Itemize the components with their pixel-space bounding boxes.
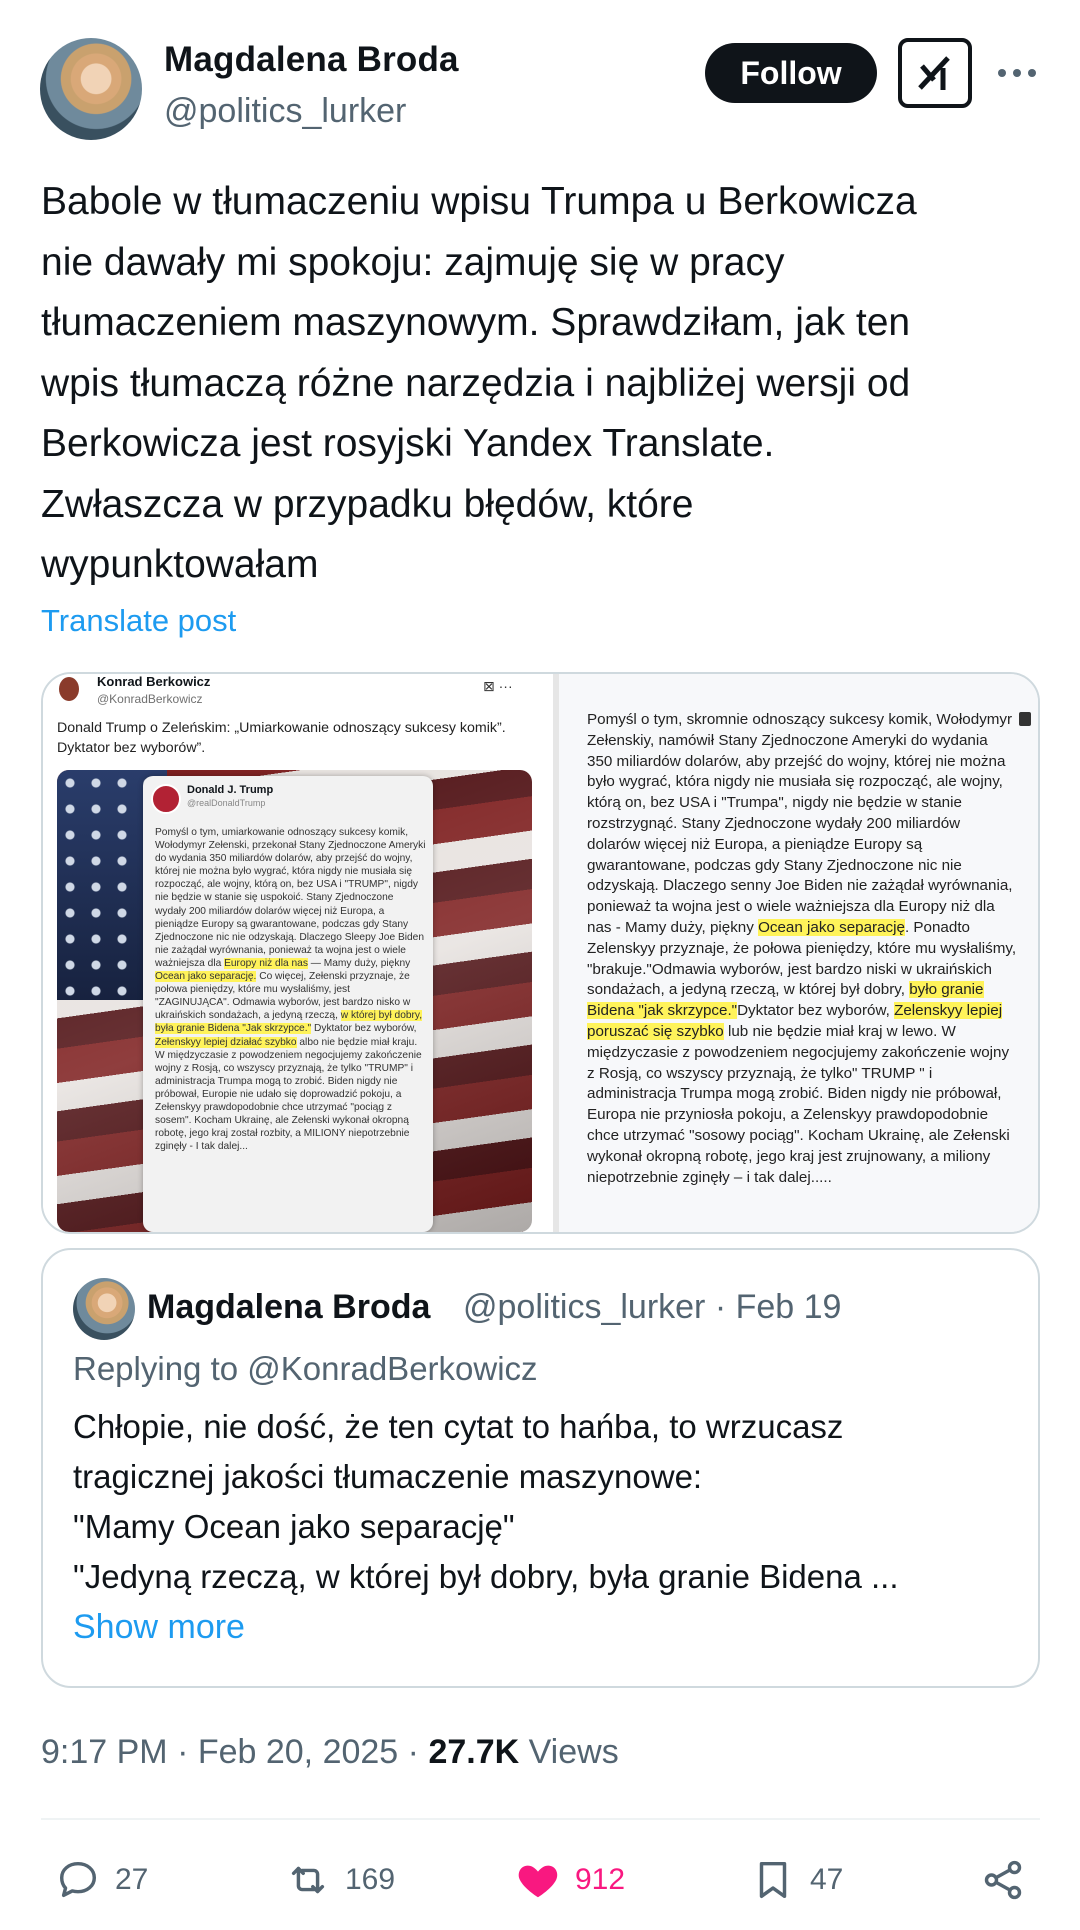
trump-name: Donald J. Trump xyxy=(187,784,274,796)
grok-more-icon: ⊠ ··· xyxy=(483,678,513,694)
author-avatar[interactable] xyxy=(40,38,142,140)
berkowicz-avatar xyxy=(59,677,79,701)
author-name[interactable]: Magdalena Broda xyxy=(164,40,459,80)
author-handle[interactable]: @politics_lurker xyxy=(164,92,406,131)
reply-icon xyxy=(59,1861,97,1898)
reply-button[interactable]: 27 xyxy=(55,1855,148,1905)
follow-button[interactable]: Follow xyxy=(705,43,877,103)
grok-icon xyxy=(918,56,950,90)
repost-count: 169 xyxy=(345,1863,396,1896)
trump-post-text: Pomyśl o tym, umiarkowanie odnoszący suk… xyxy=(155,827,426,1153)
bookmark-count: 47 xyxy=(810,1863,844,1896)
yandex-translation-text: Pomyśl o tym, skromnie odnoszący sukcesy… xyxy=(587,711,1017,1186)
bookmark-button[interactable]: 47 xyxy=(750,1855,843,1905)
show-more-link[interactable]: Show more xyxy=(73,1608,245,1647)
trump-handle: @realDonaldTrump xyxy=(187,798,266,808)
quote-text: Chłopie, nie dość, że ten cytat to hańba… xyxy=(73,1408,899,1595)
berkowicz-post-text: Donald Trump o Zeleńskim: „Umiarkowanie … xyxy=(57,720,506,756)
quoted-post[interactable]: Magdalena Broda @politics_lurker · Feb 1… xyxy=(41,1248,1040,1688)
repost-button[interactable]: 169 xyxy=(285,1855,395,1905)
bookmark-icon xyxy=(759,1861,787,1899)
trump-post-card: Donald J. Trump @realDonaldTrump Pomyśl … xyxy=(143,776,433,1232)
post-media[interactable]: Konrad Berkowicz @KonradBerkowicz ⊠ ··· … xyxy=(41,672,1040,1234)
post-text: Babole w tłumaczeniu wpisu Trumpa u Berk… xyxy=(41,180,917,586)
trump-avatar xyxy=(151,784,181,814)
share-icon xyxy=(984,1860,1022,1900)
repost-icon xyxy=(291,1866,325,1894)
views-count: 27.7K xyxy=(428,1733,520,1771)
grok-button[interactable] xyxy=(898,38,972,108)
reply-count: 27 xyxy=(115,1863,149,1896)
berkowicz-handle: @KonradBerkowicz xyxy=(97,692,203,706)
berkowicz-name: Konrad Berkowicz xyxy=(97,674,211,689)
quote-avatar xyxy=(73,1278,135,1340)
translate-post-link[interactable]: Translate post xyxy=(41,603,236,639)
heart-icon xyxy=(518,1865,558,1898)
like-button[interactable]: 912 xyxy=(515,1855,625,1905)
more-icon xyxy=(998,69,1036,77)
quote-author-name: Magdalena Broda xyxy=(147,1288,431,1326)
post-timestamp[interactable]: 9:17 PM · Feb 20, 2025 · 27.7K Views xyxy=(41,1733,619,1772)
divider xyxy=(41,1818,1040,1820)
quote-author-meta: @politics_lurker · Feb 19 xyxy=(463,1288,842,1326)
share-button[interactable] xyxy=(980,1855,1040,1905)
copy-icon xyxy=(1019,712,1031,726)
more-options-button[interactable] xyxy=(996,56,1038,90)
media-image-right[interactable]: Pomyśl o tym, skromnie odnoszący sukcesy… xyxy=(559,674,1038,1232)
quote-replying-to: Replying to @KonradBerkowicz xyxy=(73,1350,538,1387)
media-image-left[interactable]: Konrad Berkowicz @KonradBerkowicz ⊠ ··· … xyxy=(43,674,559,1232)
like-count: 912 xyxy=(575,1863,626,1896)
